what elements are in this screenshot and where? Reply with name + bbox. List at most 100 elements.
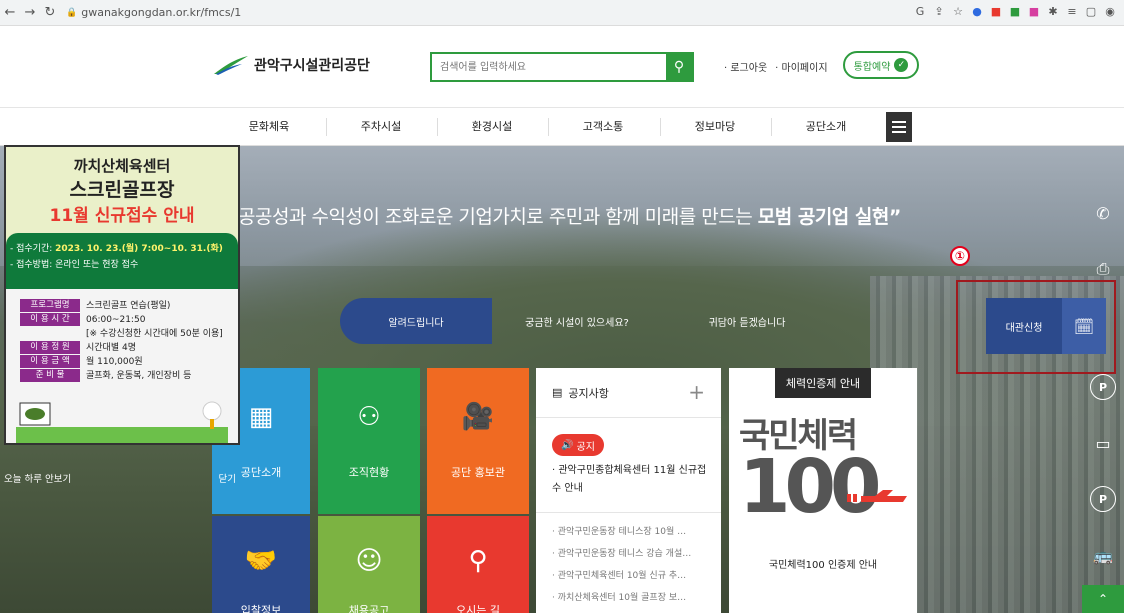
info-value: 시간대별 4명 (86, 343, 136, 353)
card-icon[interactable]: ▭ (1090, 430, 1116, 456)
person-search-icon: ☺ (355, 546, 383, 576)
mypage-link[interactable]: · 마이페이지 (775, 59, 827, 74)
tile-pr[interactable]: 🎥 공단 홍보관 (427, 368, 529, 514)
speaker-icon: 🔊 (561, 439, 574, 451)
notice-main-item[interactable]: · 관악구민종합체육센터 11월 신규접수 안내 (552, 462, 707, 498)
nav-item-environment[interactable]: 환경시설 (437, 118, 547, 134)
info-row: 이 용 금 액 월 110,000원 (20, 355, 238, 369)
tile-label: 입찰정보 (240, 604, 282, 613)
parking-icon[interactable]: P (1090, 486, 1116, 512)
reload-icon[interactable]: ↻ (40, 5, 60, 20)
info-label: 프로그램명 (20, 299, 80, 312)
reserve-label: 통합예약 (853, 61, 891, 73)
notice-badge: 🔊 공지 (552, 434, 604, 456)
fitness-caption: 국민체력100 인증제 안내 (768, 560, 878, 571)
list-item[interactable]: · 관악구민운동장 테니스 강습 개설… (552, 543, 707, 565)
tab-voice[interactable]: 귀담아 듣겠습니다 (662, 314, 832, 329)
util-links: · 로그아웃 · 마이페이지 (724, 59, 828, 74)
info-label (20, 327, 80, 340)
dont-show-today-link[interactable]: 오늘 하루 안보기 (4, 471, 71, 485)
extension-green-icon[interactable]: ■ (1009, 5, 1021, 19)
phone-icon[interactable]: ✆ (1090, 200, 1116, 226)
notice-title[interactable]: 공지사항 (568, 385, 608, 401)
profile-icon[interactable]: ◉ (1104, 5, 1116, 19)
list-item[interactable]: · 관악구민체육센터 10월 신규 추… (552, 565, 707, 587)
site-logo[interactable]: 관악구시설관리공단 (212, 54, 370, 76)
logo-leaf-icon (214, 56, 248, 75)
tab-faq[interactable]: 궁금한 시설이 있으세요? (492, 314, 662, 329)
popup-title-3: 11월 신규접수 안내 (49, 206, 195, 226)
site-header: 관악구시설관리공단 ⚲ · 로그아웃 · 마이페이지 통합예약 ✓ (0, 26, 1124, 108)
nav-item-parking[interactable]: 주차시설 (326, 118, 436, 134)
notice-icon: ▤ (552, 386, 563, 399)
popup-close-link[interactable]: 닫기 (219, 471, 236, 485)
nav-item-about[interactable]: 공단소개 (771, 118, 881, 134)
tile-recruit[interactable]: ☺ 채용공고 (318, 516, 420, 613)
handshake-icon: 🤝 (244, 546, 278, 576)
window-icon[interactable]: ▢ (1085, 5, 1097, 19)
annotation-marker: ① (950, 246, 970, 266)
reserve-button[interactable]: 통합예약 ✓ (843, 51, 919, 79)
hero-slogan: 공공성과 수익성이 조화로운 기업가치로 주민과 함께 미래를 만드는 모범 공… (238, 202, 901, 229)
fitness-banner[interactable]: 체력인증제 안내 국민체력 100 국민체력100 인증제 안내 (729, 368, 917, 613)
search-input[interactable] (432, 54, 666, 80)
info-row: 이 용 정 원 시간대별 4명 (20, 341, 238, 355)
share-icon[interactable]: ⇪ (933, 5, 945, 19)
info-value: [※ 수강신청한 시간대에 50분 이용] (86, 329, 223, 339)
tile-organization[interactable]: ⚇ 조직현황 (318, 368, 420, 514)
tile-label: 조직현황 (348, 466, 390, 479)
lock-icon: 🔒 (66, 7, 78, 18)
popup-period-box: - 접수기간: 2023. 10. 23.(월) 7:00~10. 31.(화)… (6, 233, 238, 289)
hamburger-menu-icon[interactable] (886, 112, 912, 142)
nav-item-info[interactable]: 정보마당 (660, 118, 770, 134)
plus-icon[interactable]: + (688, 380, 705, 404)
list-item[interactable]: · 까치산체육센터 10월 골프장 보… (552, 587, 707, 609)
shield-icon[interactable]: ● (971, 5, 983, 19)
nav-item-culture-sports[interactable]: 문화체육 (214, 118, 324, 134)
search-button[interactable]: ⚲ (666, 54, 692, 80)
document-search-icon[interactable]: ⎙ (1090, 256, 1116, 282)
popup-banner[interactable]: 까치산체육센터 스크린골프장 11월 신규접수 안내 - 접수기간: 2023.… (4, 145, 240, 445)
parking-icon[interactable]: P (1090, 374, 1116, 400)
info-label: 이 용 정 원 (20, 341, 80, 354)
scroll-top-icon[interactable]: ⌃ (1082, 585, 1124, 613)
puzzle-icon[interactable]: ✱ (1047, 5, 1059, 19)
nav-item-customer[interactable]: 고객소통 (548, 118, 658, 134)
tab-notice[interactable]: 알려드립니다 (340, 298, 492, 344)
fitness-stripe-graphic (847, 490, 907, 502)
extension-pink-icon[interactable]: ■ (1028, 5, 1040, 19)
list-item[interactable]: · 관악구민운동장 테니스장 10월 … (552, 521, 707, 543)
tile-bid[interactable]: 🤝 입찰정보 (212, 516, 310, 613)
info-label: 이 용 금 액 (20, 355, 80, 368)
popup-title-2: 스크린골프장 (69, 179, 175, 201)
address-bar[interactable]: 🔒 gwanakgongdan.or.kr/fmcs/1 (66, 6, 241, 19)
bus-icon[interactable]: 🚌 (1090, 542, 1116, 568)
notice-badge-label: 공지 (576, 441, 595, 453)
info-value: 골프화, 운동복, 개인장비 등 (86, 371, 192, 381)
tile-label: 오시는 길 (456, 604, 500, 613)
period-label: - 접수기간: (10, 244, 56, 254)
google-icon[interactable]: G (914, 5, 926, 19)
logout-link[interactable]: · 로그아웃 (724, 59, 767, 74)
info-value: 월 110,000원 (86, 357, 143, 367)
menu-list-icon[interactable]: ≡ (1066, 5, 1078, 19)
quick-menu: ✆ ⎙ P ▭ P 🚌 ⌃ (1082, 164, 1124, 613)
camera-icon: 🎥 (461, 402, 495, 432)
golf-illustration (16, 401, 228, 443)
forward-icon[interactable]: → (20, 5, 40, 20)
url-text: gwanakgongdan.or.kr/fmcs/1 (81, 6, 242, 19)
info-row: [※ 수강신청한 시간대에 50분 이용] (20, 327, 238, 341)
browser-toolbar: ← → ↻ 🔒 gwanakgongdan.or.kr/fmcs/1 G ⇪ ☆… (0, 0, 1124, 26)
tile-location[interactable]: ⚲ 오시는 길 (427, 516, 529, 613)
popup-footer: 오늘 하루 안보기 닫기 (4, 471, 236, 485)
hero-tabs: 알려드립니다 궁금한 시설이 있으세요? 귀담아 듣겠습니다 (340, 298, 832, 344)
popup-title-1: 까치산체육센터 (73, 157, 171, 175)
org-chart-icon: ⚇ (357, 402, 381, 432)
check-icon: ✓ (894, 58, 909, 72)
map-icon: ⚲ (468, 546, 488, 576)
star-icon[interactable]: ☆ (952, 5, 964, 19)
extension-red-icon[interactable]: ■ (990, 5, 1002, 19)
tile-label: 공단 홍보관 (450, 466, 506, 479)
info-row: 프로그램명 스크린골프 연습(평일) (20, 299, 238, 313)
back-icon[interactable]: ← (0, 5, 20, 20)
